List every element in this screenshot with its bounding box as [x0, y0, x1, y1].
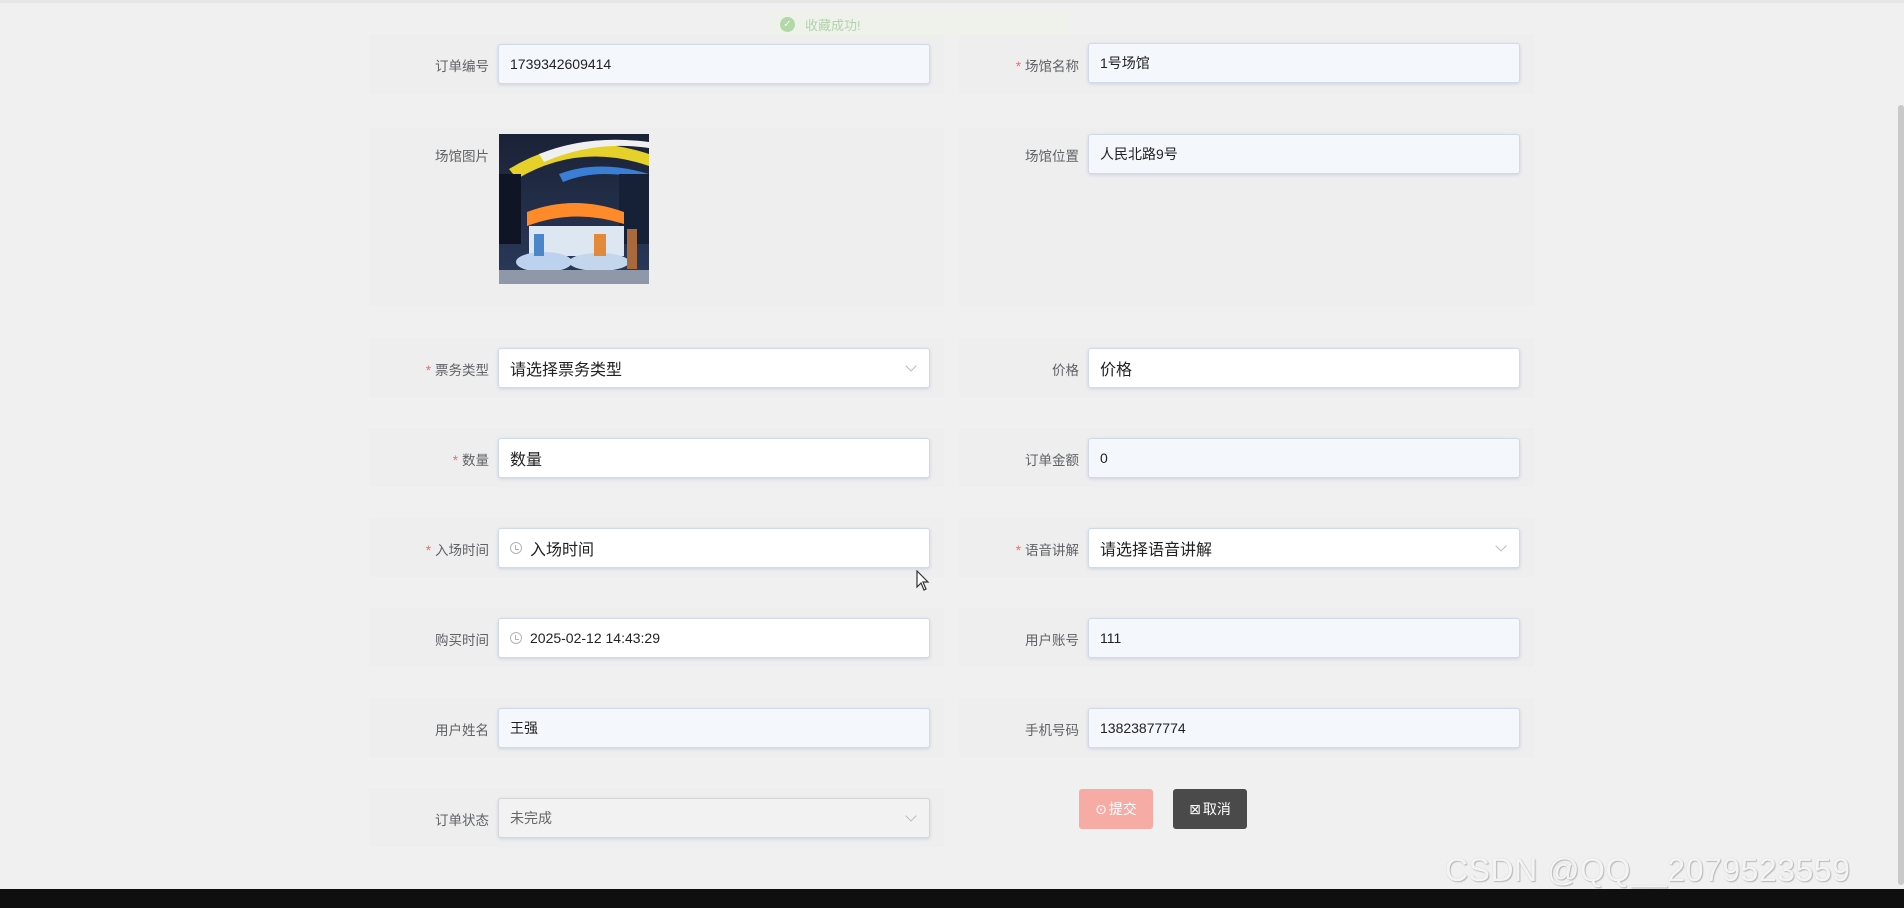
- top-divider: [0, 0, 1904, 3]
- label-quantity: * 数量: [452, 453, 489, 468]
- label-order-status: 订单状态: [435, 813, 489, 828]
- user-account-input[interactable]: 111: [1088, 618, 1520, 658]
- order-no-value: 1739342609414: [510, 56, 612, 72]
- label-phone: 手机号码: [1025, 723, 1079, 738]
- check-circle-icon: ✓: [780, 16, 795, 32]
- bottom-bar: [0, 889, 1904, 908]
- ticket-type-select[interactable]: 请选择票务类型: [498, 348, 930, 388]
- user-name-value: 王强: [510, 720, 538, 736]
- purchase-time-value: 2025-02-12 14:43:29: [530, 630, 660, 646]
- venue-photo-image: [499, 134, 649, 284]
- label-order-no: 订单编号: [435, 59, 489, 74]
- success-toast: ✓ 收藏成功!: [770, 12, 1070, 36]
- label-venue-location: 场馆位置: [1025, 149, 1079, 164]
- submit-button[interactable]: ⊙ 提交: [1079, 789, 1153, 829]
- chevron-down-icon: [905, 810, 917, 822]
- venue-name-value: 1号场馆: [1100, 55, 1150, 71]
- user-account-value: 111: [1100, 630, 1122, 646]
- venue-photo[interactable]: [499, 134, 649, 284]
- order-status-select[interactable]: 未完成: [498, 798, 930, 838]
- form-item-venue-image: 场馆图片: [369, 128, 944, 306]
- entry-time-placeholder: 入场时间: [530, 542, 595, 559]
- chevron-down-icon: [1495, 540, 1507, 552]
- order-amount-value: 0: [1100, 450, 1108, 466]
- toast-text: 收藏成功!: [805, 17, 861, 33]
- price-placeholder: 价格: [1100, 362, 1133, 379]
- scrollbar[interactable]: [1898, 105, 1904, 885]
- close-box-icon: ⊠: [1189, 800, 1201, 817]
- check-circle-icon: ⊙: [1095, 800, 1107, 817]
- chevron-down-icon: [905, 360, 917, 372]
- label-purchase-time: 购买时间: [435, 633, 489, 648]
- quantity-placeholder: 数量: [510, 452, 543, 469]
- purchase-time-picker[interactable]: 2025-02-12 14:43:29: [498, 618, 930, 658]
- price-input[interactable]: 价格: [1088, 348, 1520, 388]
- order-amount-input[interactable]: 0: [1088, 438, 1520, 478]
- label-venue-name: * 场馆名称: [1015, 59, 1079, 74]
- mouse-cursor-icon: [916, 570, 930, 591]
- order-status-value: 未完成: [510, 810, 552, 826]
- label-order-amount: 订单金额: [1025, 453, 1079, 468]
- audio-guide-select[interactable]: 请选择语音讲解: [1088, 528, 1520, 568]
- label-audio-guide: * 语音讲解: [1015, 543, 1079, 558]
- label-venue-image: 场馆图片: [435, 149, 489, 164]
- venue-location-input[interactable]: 人民北路9号: [1088, 134, 1520, 174]
- phone-input[interactable]: 13823877774: [1088, 708, 1520, 748]
- entry-time-picker[interactable]: 入场时间: [498, 528, 930, 568]
- label-entry-time: * 入场时间: [425, 543, 489, 558]
- clock-icon: [510, 632, 522, 644]
- label-user-account: 用户账号: [1025, 633, 1079, 648]
- cancel-label: 取消: [1202, 801, 1231, 817]
- label-user-name: 用户姓名: [435, 723, 489, 738]
- label-price: 价格: [1052, 363, 1079, 378]
- quantity-input[interactable]: 数量: [498, 438, 930, 478]
- ticket-type-placeholder: 请选择票务类型: [510, 362, 623, 379]
- audio-guide-placeholder: 请选择语音讲解: [1100, 542, 1213, 559]
- venue-location-value: 人民北路9号: [1100, 146, 1178, 162]
- label-ticket-type: * 票务类型: [425, 363, 489, 378]
- cancel-button[interactable]: ⊠ 取消: [1173, 789, 1247, 829]
- venue-name-input[interactable]: 1号场馆: [1088, 43, 1520, 83]
- submit-label: 提交: [1108, 801, 1137, 817]
- phone-value: 13823877774: [1100, 720, 1186, 736]
- clock-icon: [510, 542, 522, 554]
- user-name-input[interactable]: 王强: [498, 708, 930, 748]
- order-no-input[interactable]: 1739342609414: [498, 44, 930, 84]
- watermark: CSDN @QQ__2079523559: [1445, 852, 1851, 888]
